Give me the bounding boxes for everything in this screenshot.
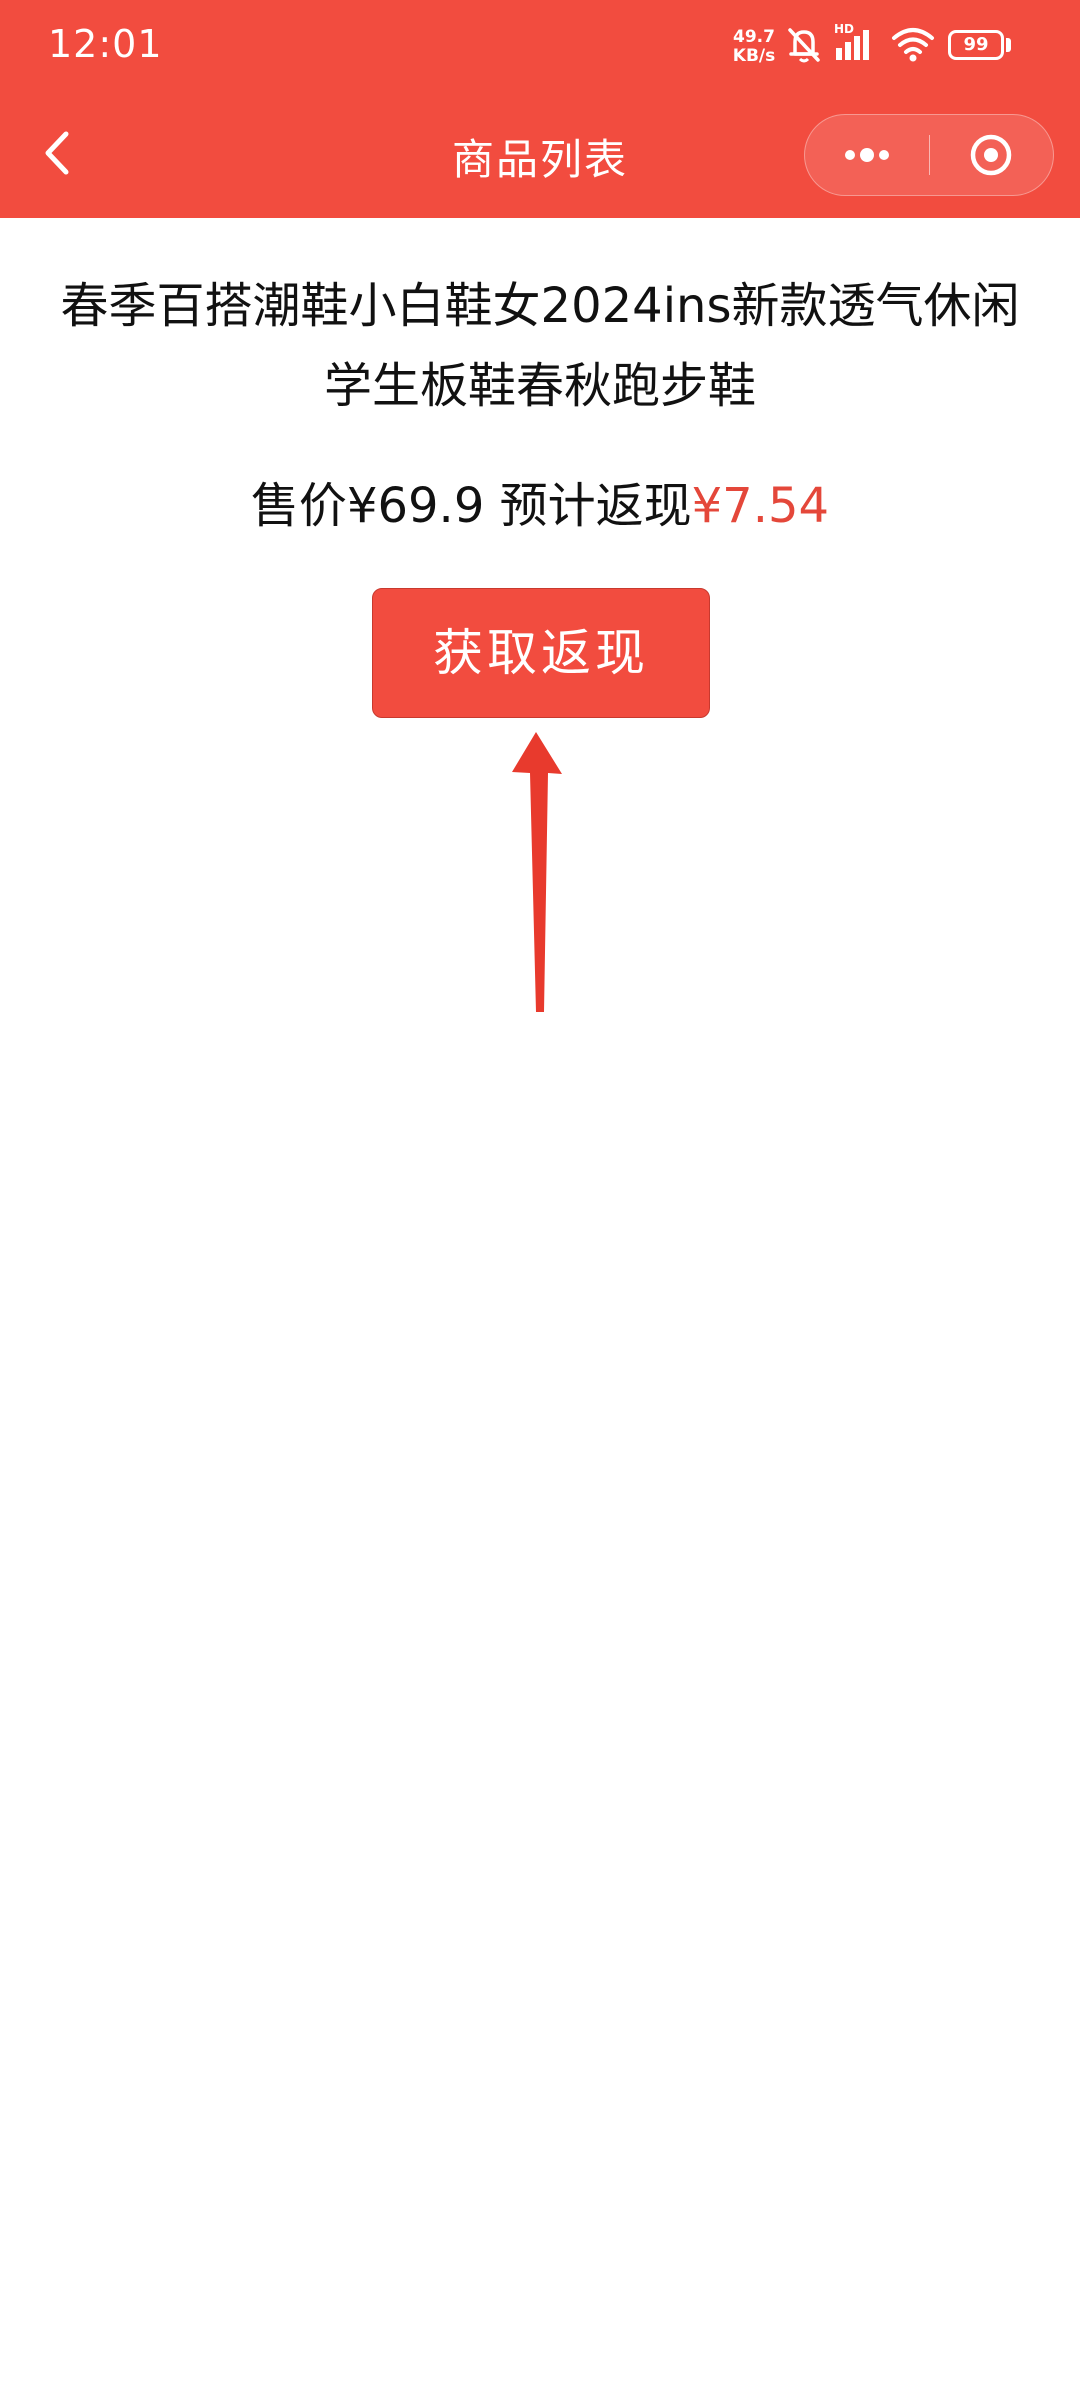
cashback-value: ¥7.54	[691, 478, 830, 534]
signal-badge: HD	[834, 22, 855, 36]
price-label: 售价	[250, 478, 347, 534]
price-line: 售价¥69.9 预计返现¥7.54	[0, 466, 1080, 536]
network-speed-unit: KB/s	[732, 46, 776, 66]
wifi-icon	[890, 24, 936, 64]
top-bar: 12:01 49.7 KB/s HD 99 商品列表	[0, 0, 1080, 218]
more-button[interactable]	[805, 115, 929, 195]
battery-tip	[1006, 38, 1011, 52]
mini-program-capsule	[804, 114, 1054, 196]
status-time: 12:01	[48, 22, 163, 66]
network-speed: 49.7 KB/s	[728, 28, 780, 66]
close-button[interactable]	[969, 133, 1013, 177]
target-circle-icon	[970, 134, 1012, 176]
battery-level: 99	[963, 34, 989, 55]
status-bar: 12:01 49.7 KB/s HD 99	[0, 0, 1080, 96]
capsule-divider	[929, 135, 930, 175]
navigation-bar: 商品列表	[0, 96, 1080, 218]
network-speed-value: 49.7	[733, 27, 775, 47]
cashback-label: 预计返现	[499, 478, 692, 534]
price-value: ¥69.9	[346, 478, 485, 534]
product-title: 春季百搭潮鞋小白鞋女2024ins新款透气休闲学生板鞋春秋跑步鞋	[60, 278, 1020, 414]
battery-icon: 99	[948, 30, 1004, 60]
red-arrow-icon	[512, 732, 562, 1012]
mute-bell-icon	[786, 24, 822, 64]
get-cashback-button[interactable]: 获取返现	[372, 588, 710, 718]
more-dots-icon	[845, 150, 855, 160]
